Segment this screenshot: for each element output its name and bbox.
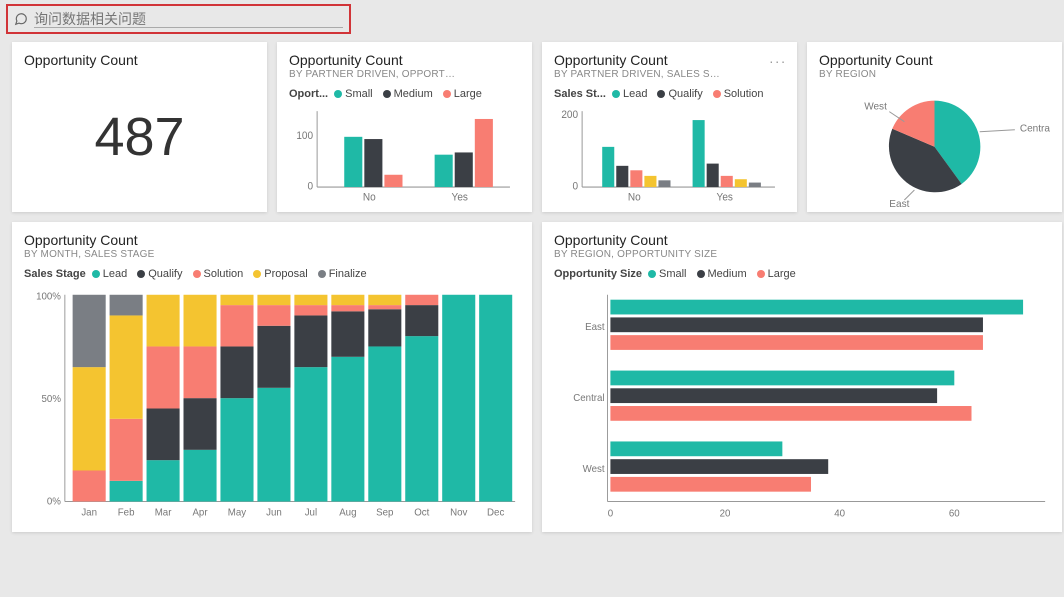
svg-text:100%: 100%	[36, 292, 61, 303]
svg-text:0: 0	[608, 508, 614, 519]
svg-text:60: 60	[949, 508, 960, 519]
svg-text:Apr: Apr	[192, 507, 208, 518]
svg-text:Yes: Yes	[717, 191, 733, 204]
svg-text:100: 100	[296, 130, 313, 143]
card-title: Opportunity Count	[24, 232, 520, 248]
svg-text:Central: Central	[573, 393, 604, 404]
card-title: Opportunity Count	[819, 52, 1050, 68]
svg-text:Nov: Nov	[450, 507, 467, 518]
svg-text:0%: 0%	[47, 496, 61, 507]
dashboard-grid: Opportunity Count 487 Opportunity Count …	[0, 42, 1064, 542]
svg-text:20: 20	[720, 508, 731, 519]
svg-text:0: 0	[308, 180, 314, 193]
card-title: Opportunity Count	[554, 52, 785, 68]
svg-text:No: No	[363, 191, 376, 204]
svg-text:No: No	[628, 191, 641, 204]
svg-text:Sep: Sep	[376, 507, 394, 518]
qa-bar[interactable]	[6, 4, 351, 34]
svg-text:200: 200	[561, 108, 578, 121]
svg-text:Aug: Aug	[339, 507, 356, 518]
chart-body: 0% 50% 100% Jan Feb Mar Apr May Jun Jul Aug Sep O…	[24, 280, 520, 526]
card-partner-size[interactable]: Opportunity Count BY PARTNER DRIVEN, OPP…	[277, 42, 532, 212]
chart-body: Central East West	[819, 80, 1050, 214]
more-icon[interactable]: ...	[769, 50, 787, 66]
svg-text:40: 40	[834, 508, 845, 519]
svg-text:Jun: Jun	[266, 507, 282, 518]
card-title: Opportunity Count	[289, 52, 520, 68]
card-title: Opportunity Count	[24, 52, 255, 68]
card-month-stage[interactable]: Opportunity Count BY MONTH, SALES STAGE …	[12, 222, 532, 532]
card-kpi[interactable]: Opportunity Count 487	[12, 42, 267, 212]
svg-text:East: East	[585, 322, 605, 333]
card-subtitle: BY MONTH, SALES STAGE	[24, 249, 520, 260]
svg-text:Jan: Jan	[81, 507, 97, 518]
svg-text:Yes: Yes	[452, 191, 468, 204]
card-partner-stage[interactable]: ... Opportunity Count BY PARTNER DRIVEN,…	[542, 42, 797, 212]
legend: Opportunity Size Small Medium Large	[554, 268, 1050, 280]
svg-text:May: May	[228, 507, 246, 518]
svg-text:0: 0	[573, 180, 579, 193]
svg-text:West: West	[583, 464, 605, 475]
qa-input[interactable]	[34, 11, 343, 28]
chart-body: 0 100 No Yes	[289, 100, 520, 206]
svg-text:Central: Central	[1020, 124, 1050, 135]
legend: Sales St... Lead Qualify Solution	[554, 88, 785, 100]
card-title: Opportunity Count	[554, 232, 1050, 248]
card-subtitle: BY REGION, OPPORTUNITY SIZE	[554, 249, 1050, 260]
svg-text:Mar: Mar	[155, 507, 172, 518]
card-subtitle: BY REGION	[819, 69, 1050, 80]
svg-text:Jul: Jul	[305, 507, 317, 518]
chat-icon	[14, 12, 28, 26]
svg-text:Oct: Oct	[414, 507, 429, 518]
svg-text:West: West	[864, 102, 887, 113]
card-region-size[interactable]: Opportunity Count BY REGION, OPPORTUNITY…	[542, 222, 1062, 532]
chart-body: East Central West 0 20 40 60	[554, 280, 1050, 526]
legend: Sales Stage Lead Qualify Solution Propos…	[24, 268, 520, 280]
svg-text:East: East	[889, 199, 909, 210]
card-subtitle: BY PARTNER DRIVEN, OPPORT…	[289, 69, 520, 80]
card-region-pie[interactable]: Opportunity Count BY REGION Central East…	[807, 42, 1062, 212]
kpi-body: 487	[24, 68, 255, 206]
kpi-value: 487	[94, 106, 184, 168]
chart-body: 0 200 No Yes	[554, 100, 785, 206]
svg-text:Feb: Feb	[118, 507, 135, 518]
svg-text:50%: 50%	[42, 394, 62, 405]
card-subtitle: BY PARTNER DRIVEN, SALES S…	[554, 69, 785, 80]
svg-text:Dec: Dec	[487, 507, 504, 518]
legend: Oport... Small Medium Large	[289, 88, 520, 100]
